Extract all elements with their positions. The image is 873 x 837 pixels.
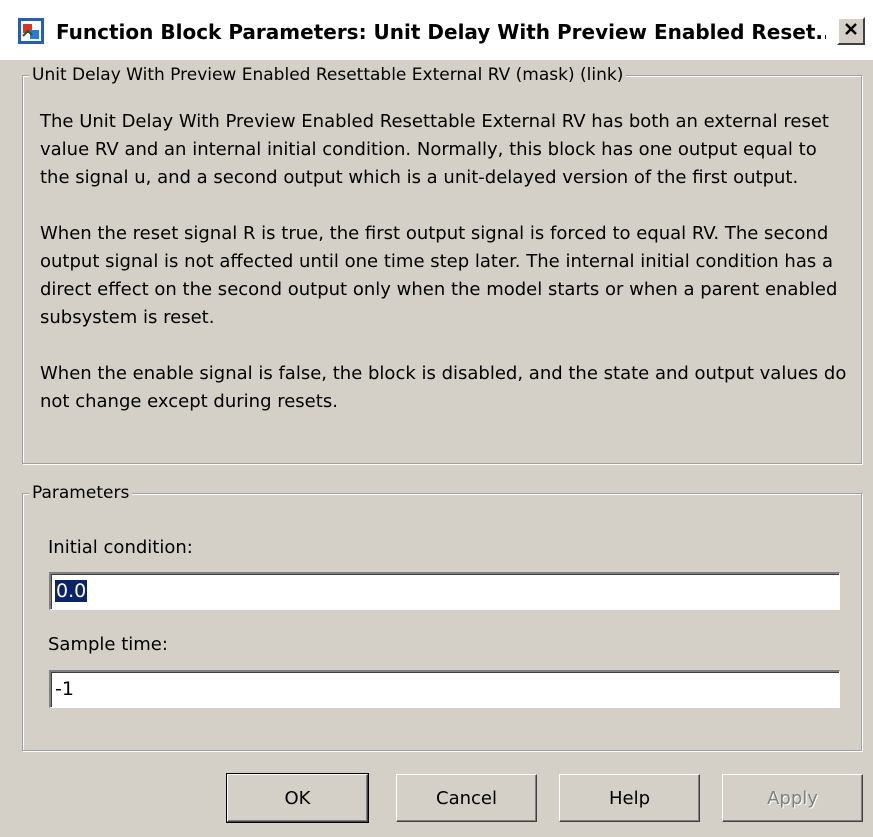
description-paragraph-1: The Unit Delay With Preview Enabled Rese…	[40, 111, 829, 188]
title-bar[interactable]: Function Block Parameters: Unit Delay Wi…	[0, 0, 873, 60]
parameters-group-legend: Parameters	[29, 482, 133, 504]
initial-condition-label: Initial condition:	[48, 537, 193, 558]
initial-condition-value: 0.0	[55, 580, 88, 602]
window-title: Function Block Parameters: Unit Delay Wi…	[56, 20, 826, 44]
sample-time-label: Sample time:	[48, 634, 168, 655]
close-button[interactable]	[837, 17, 865, 45]
cancel-button[interactable]: Cancel	[396, 774, 537, 822]
description-paragraph-3: When the enable signal is false, the blo…	[40, 363, 847, 412]
sample-time-value: -1	[55, 678, 74, 700]
initial-condition-field[interactable]: 0.0	[49, 572, 840, 610]
help-button[interactable]: Help	[559, 774, 700, 822]
description-group: Unit Delay With Preview Enabled Resettab…	[22, 64, 862, 464]
sample-time-field[interactable]: -1	[49, 670, 840, 708]
apply-button: Apply	[722, 774, 863, 822]
block-description: The Unit Delay With Preview Enabled Rese…	[40, 108, 850, 416]
parameters-group: Parameters Initial condition: 0.0 Sample…	[22, 482, 862, 751]
description-paragraph-2: When the reset signal R is true, the fir…	[40, 223, 838, 328]
ok-button[interactable]: OK	[226, 773, 369, 823]
description-group-legend: Unit Delay With Preview Enabled Resettab…	[29, 64, 627, 86]
simulink-block-icon	[18, 18, 44, 44]
close-icon	[843, 21, 859, 41]
block-parameters-dialog: Function Block Parameters: Unit Delay Wi…	[0, 0, 873, 837]
